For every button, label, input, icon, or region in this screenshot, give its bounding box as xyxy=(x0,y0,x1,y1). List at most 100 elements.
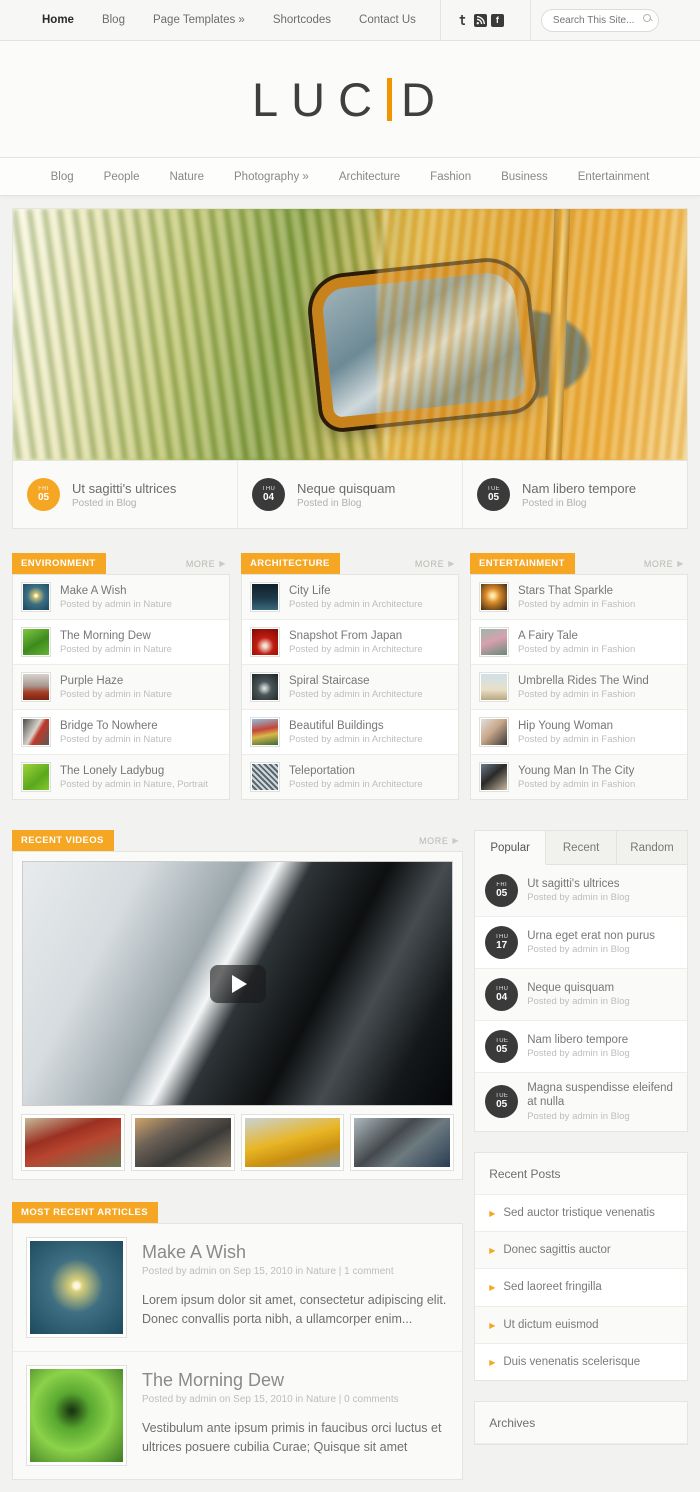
page-content: FRI 05 Ut sagitti's ultrices Posted in B… xyxy=(0,196,700,1492)
chevron-right-icon: ▶ xyxy=(489,1245,496,1255)
list-item[interactable]: Make A Wish Posted by admin in Nature xyxy=(13,575,229,620)
list-item[interactable]: ▶ Donec sagittis auctor xyxy=(475,1232,687,1270)
chevron-right-icon: ▶ xyxy=(452,836,460,845)
nav-item-blog[interactable]: Blog xyxy=(88,0,139,41)
videos-header: RECENT VIDEOS MORE ▶ xyxy=(12,830,463,851)
article-item[interactable]: The Morning Dew Posted by admin on Sep 1… xyxy=(13,1352,462,1479)
list-item[interactable]: A Fairy Tale Posted by admin in Fashion xyxy=(471,620,687,665)
post-title: Urna eget erat non purus xyxy=(527,929,656,942)
search-divider xyxy=(529,0,531,41)
catnav-item-entertainment[interactable]: Entertainment xyxy=(563,171,665,183)
featured-strip: FRI 05 Ut sagitti's ultrices Posted in B… xyxy=(12,461,688,529)
catnav-item-photography[interactable]: Photography » xyxy=(219,171,324,183)
video-thumbnail[interactable] xyxy=(350,1114,455,1171)
post-thumbnail xyxy=(479,672,509,702)
catnav-item-fashion[interactable]: Fashion xyxy=(415,171,486,183)
search-icon[interactable] xyxy=(642,13,651,22)
rss-icon[interactable] xyxy=(473,13,487,27)
list-item[interactable]: Teleportation Posted by admin in Archite… xyxy=(242,755,458,799)
hero-image[interactable] xyxy=(12,208,688,461)
list-item[interactable]: Stars That Sparkle Posted by admin in Fa… xyxy=(471,575,687,620)
search-box xyxy=(540,8,659,32)
featured-subtitle: Posted in Blog xyxy=(72,497,137,509)
catnav-item-people[interactable]: People xyxy=(89,171,155,183)
tab-popular[interactable]: Popular xyxy=(475,831,547,865)
catnav-item-nature[interactable]: Nature xyxy=(154,171,219,183)
date-badge: FRI 05 xyxy=(27,478,60,511)
tabs-widget: Popular Recent Random FRI 05 Ut sagitti'… xyxy=(474,830,688,1132)
column-list: Make A Wish Posted by admin in Nature Th… xyxy=(12,574,230,800)
nav-item-contact-us[interactable]: Contact Us xyxy=(345,0,430,41)
list-item[interactable]: TUE 05 Magna suspendisse eleifend at nul… xyxy=(475,1073,687,1131)
article-item[interactable]: Make A Wish Posted by admin on Sep 15, 2… xyxy=(13,1224,463,1352)
list-item[interactable]: Bridge To Nowhere Posted by admin in Nat… xyxy=(13,710,229,755)
list-item[interactable]: Hip Young Woman Posted by admin in Fashi… xyxy=(471,710,687,755)
list-item[interactable]: City Life Posted by admin in Architectur… xyxy=(242,575,458,620)
article-excerpt: Vestibulum ante ipsum primis in faucibus… xyxy=(142,1421,442,1455)
article-meta: Posted by admin on Sep 15, 2010 in Natur… xyxy=(142,1394,399,1405)
more-link[interactable]: MORE ▶ xyxy=(186,559,230,569)
site-logo[interactable]: LUC D xyxy=(252,72,448,127)
post-thumbnail xyxy=(21,627,51,657)
more-link[interactable]: MORE ▶ xyxy=(419,836,463,846)
tab-recent[interactable]: Recent xyxy=(546,831,618,865)
list-item[interactable]: Young Man In The City Posted by admin in… xyxy=(471,755,687,799)
date-weekday: TUE xyxy=(487,486,500,492)
post-meta: Posted by admin in Architecture xyxy=(289,734,423,746)
catnav-item-blog[interactable]: Blog xyxy=(36,171,89,183)
logo-text-after: D xyxy=(401,72,448,126)
more-link[interactable]: MORE ▶ xyxy=(644,559,688,569)
date-day: 04 xyxy=(496,992,508,1003)
nav-item-shortcodes[interactable]: Shortcodes xyxy=(259,0,345,41)
list-item[interactable]: The Morning Dew Posted by admin in Natur… xyxy=(13,620,229,665)
post-title: Purple Haze xyxy=(60,674,124,687)
more-link[interactable]: MORE ▶ xyxy=(415,559,459,569)
video-thumbnail[interactable] xyxy=(240,1114,345,1171)
list-item[interactable]: Purple Haze Posted by admin in Nature xyxy=(13,665,229,710)
archives-widget: Archives xyxy=(474,1401,688,1446)
list-item[interactable]: THU 04 Neque quisquam Posted by admin in… xyxy=(475,969,687,1021)
article-title: Make A Wish xyxy=(142,1242,247,1262)
video-player[interactable] xyxy=(22,861,454,1106)
video-thumbnail[interactable] xyxy=(130,1114,235,1171)
recent-post-link: Sed laoreet fringilla xyxy=(503,1281,602,1294)
date-weekday: THU xyxy=(495,986,509,992)
featured-item[interactable]: THU 04 Neque quisquam Posted in Blog xyxy=(237,461,462,528)
list-item[interactable]: Beautiful Buildings Posted by admin in A… xyxy=(242,710,458,755)
date-badge: THU 17 xyxy=(485,926,519,959)
post-title: City Life xyxy=(289,584,331,597)
search-input[interactable] xyxy=(540,8,659,32)
twitter-icon[interactable] xyxy=(457,14,470,27)
list-item[interactable]: ▶ Ut dictum euismod xyxy=(475,1307,687,1345)
nav-item-page-templates[interactable]: Page Templates » xyxy=(139,0,259,41)
catnav-item-architecture[interactable]: Architecture xyxy=(324,171,415,183)
list-item[interactable]: Snapshot From Japan Posted by admin in A… xyxy=(242,620,458,665)
list-item[interactable]: Umbrella Rides The Wind Posted by admin … xyxy=(471,665,687,710)
date-day: 05 xyxy=(496,1099,508,1111)
video-thumbnail[interactable] xyxy=(21,1114,125,1171)
more-label: MORE xyxy=(643,558,674,569)
video-player-box xyxy=(12,851,464,1180)
list-item[interactable]: ▶ Sed auctor tristique venenatis xyxy=(475,1194,687,1232)
list-item[interactable]: FRI 05 Ut sagitti's ultrices Posted by a… xyxy=(475,865,687,917)
featured-item[interactable]: FRI 05 Ut sagitti's ultrices Posted in B… xyxy=(13,461,237,528)
list-item[interactable]: Spiral Staircase Posted by admin in Arch… xyxy=(242,665,458,710)
facebook-icon[interactable]: f xyxy=(490,13,504,27)
post-meta: Posted by admin in Nature, Portrait xyxy=(60,779,208,791)
post-title: A Fairy Tale xyxy=(518,629,578,642)
tab-random[interactable]: Random xyxy=(617,831,687,865)
content-sidebar-row: RECENT VIDEOS MORE ▶ MOST RECENT ARTICLE… xyxy=(12,830,688,1480)
list-item[interactable]: The Lonely Ladybug Posted by admin in Na… xyxy=(13,755,229,799)
date-day: 17 xyxy=(496,940,508,951)
recent-post-link: Sed auctor tristique venenatis xyxy=(503,1206,655,1219)
nav-item-home[interactable]: Home xyxy=(28,0,88,41)
column-badge: ENVIRONMENT xyxy=(12,553,106,574)
catnav-item-business[interactable]: Business xyxy=(486,171,563,183)
list-item[interactable]: THU 17 Urna eget erat non purus Posted b… xyxy=(475,917,687,969)
play-button[interactable] xyxy=(209,964,266,1003)
articles-section: MOST RECENT ARTICLES Make A Wish Posted … xyxy=(12,1202,464,1480)
list-item[interactable]: ▶ Duis venenatis scelerisque xyxy=(475,1344,687,1381)
list-item[interactable]: TUE 05 Nam libero tempore Posted by admi… xyxy=(475,1021,687,1073)
featured-item[interactable]: TUE 05 Nam libero tempore Posted in Blog xyxy=(462,461,687,528)
list-item[interactable]: ▶ Sed laoreet fringilla xyxy=(475,1269,687,1307)
